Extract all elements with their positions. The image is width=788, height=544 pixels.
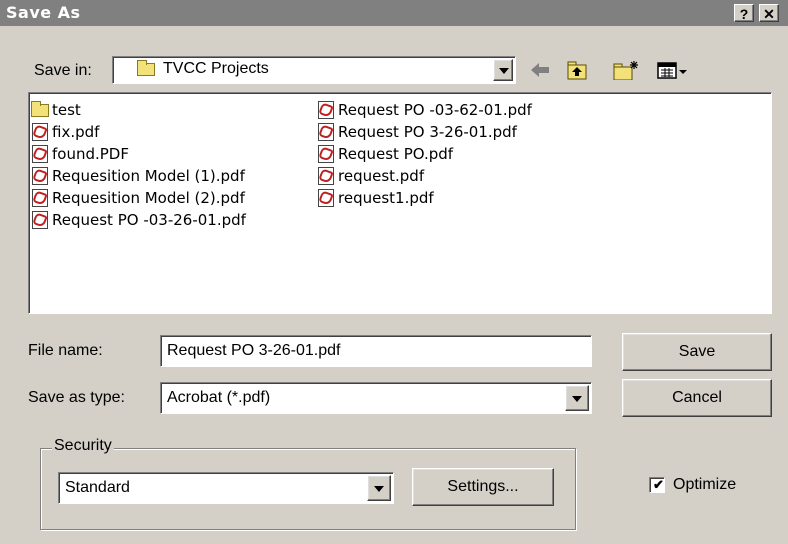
file-name-label: File name: <box>28 342 103 359</box>
folder-icon <box>31 101 51 119</box>
folder-icon <box>137 60 157 76</box>
settings-button[interactable]: Settings... <box>412 468 554 506</box>
up-folder-icon[interactable] <box>566 60 590 80</box>
file-item-label: test <box>52 101 81 119</box>
save-in-label: Save in: <box>34 62 92 79</box>
save-as-type-dropdown-button[interactable] <box>565 385 589 411</box>
file-item-label: found.PDF <box>52 145 129 163</box>
file-item-label: Request PO -03-26-01.pdf <box>52 211 246 229</box>
close-button[interactable]: ✕ <box>759 4 779 22</box>
file-column-2: Request PO -03-62-01.pdf Request PO 3-26-… <box>317 99 532 209</box>
save-in-value: TVCC Projects <box>163 60 269 77</box>
pdf-file-icon <box>317 123 337 141</box>
security-group-label: Security <box>52 437 114 455</box>
back-arrow-icon[interactable] <box>528 60 552 80</box>
pdf-file-icon <box>31 211 51 229</box>
help-button[interactable]: ? <box>734 4 754 22</box>
file-item[interactable]: found.PDF <box>31 143 246 165</box>
file-item[interactable]: Request PO 3-26-01.pdf <box>317 121 532 143</box>
file-item-label: fix.pdf <box>52 123 100 141</box>
pdf-file-icon <box>31 189 51 207</box>
pdf-file-icon <box>31 167 51 185</box>
security-dropdown[interactable]: Standard <box>58 472 394 504</box>
chevron-down-icon <box>572 396 582 402</box>
file-item[interactable]: Requesition Model (2).pdf <box>31 187 246 209</box>
save-button[interactable]: Save <box>622 333 772 371</box>
window-title: Save As <box>6 3 81 22</box>
file-item-label: request.pdf <box>338 167 425 185</box>
pdf-file-icon <box>31 123 51 141</box>
file-item[interactable]: Request PO -03-26-01.pdf <box>31 209 246 231</box>
file-item-label: Request PO 3-26-01.pdf <box>338 123 517 141</box>
pdf-file-icon <box>317 101 337 119</box>
optimize-label: Optimize <box>673 476 737 493</box>
file-item-label: Requesition Model (1).pdf <box>52 167 245 185</box>
file-item[interactable]: request1.pdf <box>317 187 532 209</box>
file-item[interactable]: request.pdf <box>317 165 532 187</box>
chevron-down-icon <box>499 68 509 74</box>
security-value: Standard <box>65 479 130 496</box>
file-name-value: Request PO 3-26-01.pdf <box>167 342 341 359</box>
file-column-1: test fix.pdf found.PDF Requesition Model (1… <box>31 99 246 231</box>
pdf-file-icon <box>317 189 337 207</box>
title-bar: Save As ? ✕ <box>0 0 788 26</box>
file-item[interactable]: test <box>31 99 246 121</box>
pdf-file-icon <box>31 145 51 163</box>
file-name-input[interactable]: Request PO 3-26-01.pdf <box>160 335 592 367</box>
pdf-file-icon <box>317 167 337 185</box>
file-item-label: Request PO -03-62-01.pdf <box>338 101 532 119</box>
file-item-label: Requesition Model (2).pdf <box>52 189 245 207</box>
save-as-type-value: Acrobat (*.pdf) <box>167 389 271 406</box>
optimize-checkbox[interactable]: ✔ <box>649 477 665 493</box>
file-item[interactable]: Requesition Model (1).pdf <box>31 165 246 187</box>
save-in-dropdown[interactable]: TVCC Projects <box>112 56 516 84</box>
save-as-type-label: Save as type: <box>28 389 125 406</box>
file-item-label: Request PO.pdf <box>338 145 454 163</box>
save-in-dropdown-button[interactable] <box>493 59 513 81</box>
file-list[interactable]: test fix.pdf found.PDF Requesition Model (1… <box>28 92 772 314</box>
file-item[interactable]: Request PO -03-62-01.pdf <box>317 99 532 121</box>
new-folder-icon[interactable] <box>612 60 642 80</box>
file-item[interactable]: fix.pdf <box>31 121 246 143</box>
save-as-type-dropdown[interactable]: Acrobat (*.pdf) <box>160 382 592 414</box>
file-item-label: request1.pdf <box>338 189 434 207</box>
pdf-file-icon <box>317 145 337 163</box>
file-item[interactable]: Request PO.pdf <box>317 143 532 165</box>
chevron-down-icon <box>374 486 384 492</box>
view-menu-icon[interactable] <box>656 60 690 80</box>
security-dropdown-button[interactable] <box>367 475 391 501</box>
cancel-button[interactable]: Cancel <box>622 379 772 417</box>
checkmark-icon: ✔ <box>653 477 664 492</box>
